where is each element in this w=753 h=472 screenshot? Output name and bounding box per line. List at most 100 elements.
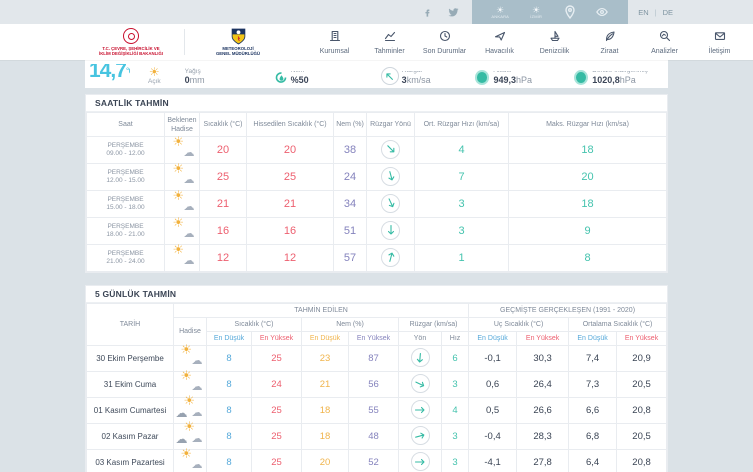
nav-label: Tahminler (364, 48, 415, 55)
sub-hiz: Hız (442, 332, 469, 346)
pressure-gauge-icon (475, 70, 490, 85)
mail-icon (714, 30, 726, 42)
col-nem: Nem (%) (334, 113, 367, 137)
col-saat: Saat (87, 113, 165, 137)
col-ruzgar-yonu: Rüzgar Yönü (367, 113, 415, 137)
weather-icon (178, 426, 203, 442)
city-weather-icon: ☀ (487, 6, 513, 14)
precip-label: Yağış (185, 68, 201, 75)
pressure1-unit: hPa (516, 75, 532, 85)
hourly-row: PERŞEMBE12.00 - 15.00 25 25 24 7 20 (87, 164, 667, 191)
hourly-row: PERŞEMBE09.00 - 12.00 20 20 38 4 18 (87, 137, 667, 164)
sub-hum-low: En Düşük (302, 332, 349, 346)
language-switch: EN | DE (638, 8, 673, 17)
nav-item-havacilik[interactable]: Havacılık (474, 27, 525, 57)
ministry-logo[interactable]: T.C. ÇEVRE, ŞEHİRCİLİK VE İKLİM DEĞİŞİKL… (88, 28, 174, 56)
main-header: T.C. ÇEVRE, ŞEHİRCİLİK VE İKLİM DEĞİŞİKL… (0, 24, 753, 60)
wind-stat: Rüzgar 3km/sa (381, 67, 431, 85)
chart-line-icon (384, 30, 396, 42)
wind-direction-icon (381, 194, 400, 213)
nav-label: Analizler (639, 48, 690, 55)
sub-hum-high: En Yüksek (349, 332, 399, 346)
wind-direction-icon (411, 426, 430, 445)
wind-direction-icon (381, 248, 400, 267)
col-nem: Nem (%) (302, 318, 399, 332)
pressure-gauge-icon (574, 70, 588, 85)
wind-direction-icon (381, 140, 400, 159)
ministry-emblem-icon (123, 28, 139, 44)
nav-item-tahminler[interactable]: Tahminler (364, 27, 415, 57)
sub-ext-low: En Düşük (469, 332, 517, 346)
mgm-logo[interactable]: METEOROLOJİ GENEL MÜDÜRLÜĞÜ (195, 28, 281, 56)
sub-temp-low: En Düşük (207, 332, 252, 346)
col-maks-ruzgar: Maks. Rüzgar Hızı (km/sa) (509, 113, 667, 137)
nav-item-iletisim[interactable]: İletişim (694, 27, 745, 57)
location-pin-icon[interactable] (561, 4, 579, 20)
humidity-stat: Nem %50 (275, 70, 309, 85)
daily-row: 01 Kasım Cumartesi 8 25 18 55 4 0,5 26,6… (87, 398, 667, 424)
wind-direction-icon (381, 67, 399, 85)
wind-unit: km/sa (407, 75, 431, 85)
nav-label: Havacılık (474, 48, 525, 55)
facebook-icon[interactable] (420, 5, 434, 19)
nav-label: Denizcilik (529, 48, 580, 55)
actual-pressure-stat: Aktüel Basınç 949,3hPa (475, 70, 533, 85)
pressure2-value: 1020,8 (592, 75, 620, 85)
nav-label: Ziraat (584, 48, 635, 55)
col-tarih: TARİH (87, 304, 174, 346)
nav-item-kurumsal[interactable]: Kurumsal (309, 27, 360, 57)
weather-icon (178, 452, 203, 468)
group-forecast: TAHMİN EDİLEN (174, 304, 469, 318)
wind-direction-icon (381, 221, 400, 240)
nav-item-analizler[interactable]: Analizler (639, 27, 690, 57)
lang-de[interactable]: DE (663, 8, 673, 17)
temp-unit: °C (126, 66, 130, 76)
col-hadise: Hadise (174, 318, 207, 346)
building-icon (329, 30, 341, 42)
col-hissedilen: Hissedilen Sıcaklık (°C) (247, 113, 334, 137)
logos: T.C. ÇEVRE, ŞEHİRCİLİK VE İKLİM DEĞİŞİKL… (88, 28, 281, 56)
city-shortcut-label: İZMİR (523, 14, 549, 19)
hourly-row: PERŞEMBE15.00 - 18.00 21 21 34 3 18 (87, 191, 667, 218)
city-weather-icon: ☀ (523, 6, 549, 14)
mgm-name-line2: GENEL MÜDÜRLÜĞÜ (216, 51, 260, 56)
sub-yon: Yön (399, 332, 442, 346)
col-ort-ruzgar: Ort. Rüzgar Hızı (km/sa) (415, 113, 509, 137)
daily-row: 02 Kasım Pazar 8 25 18 48 3 -0,4 28,3 6,… (87, 424, 667, 450)
sub-temp-high: En Yüksek (252, 332, 302, 346)
pressure1-value: 949,3 (493, 75, 516, 85)
hourly-section-title: SAATLİK TAHMİN (86, 95, 667, 112)
nav-item-denizcilik[interactable]: Denizcilik (529, 27, 580, 57)
nav-label: Son Durumlar (419, 48, 470, 55)
humidity-droplet-icon (275, 70, 288, 85)
nav-item-son-durumlar[interactable]: Son Durumlar (419, 27, 470, 57)
daily-header-row-categories: Hadise Sıcaklık (°C) Nem (%) Rüzgar (km/… (87, 318, 667, 332)
col-ortalama-sicaklik: Ortalama Sıcaklık (°C) (569, 318, 667, 332)
hourly-forecast-panel: SAATLİK TAHMİN Saat Beklenen Hadise Sıca… (85, 94, 668, 273)
daily-header-row-groups: TARİH TAHMİN EDİLEN GEÇMİŞTE GERÇEKLEŞEN… (87, 304, 667, 318)
city-shortcut-ankara[interactable]: ☀ ANKARA (487, 6, 513, 19)
sub-avg-low: En Düşük (569, 332, 617, 346)
weather-icon (170, 140, 195, 156)
daily-section-title: 5 GÜNLÜK TAHMİN (86, 286, 667, 303)
top-bar: ☀ ANKARA ☀ İZMİR EN | DE (0, 0, 753, 24)
sailboat-icon (549, 30, 561, 42)
lang-en[interactable]: EN (638, 8, 648, 17)
accessibility-eye-icon[interactable] (593, 4, 611, 20)
daily-forecast-panel: 5 GÜNLÜK TAHMİN TARİH TAHMİN EDİLEN GEÇM… (85, 285, 668, 472)
weather-icon (170, 248, 195, 264)
condition-label: Açık (148, 78, 161, 85)
wind-direction-icon (381, 167, 400, 186)
city-shortcut-izmir[interactable]: ☀ İZMİR (523, 6, 549, 19)
current-conditions-bar: 14,7°C ☀ Açık Yağış 0mm Nem %50 (85, 60, 668, 88)
lang-separator: | (655, 8, 657, 17)
pressure2-unit: hPa (620, 75, 636, 85)
magnifier-chart-icon (659, 30, 671, 42)
leaf-icon (604, 30, 616, 42)
nav-item-ziraat[interactable]: Ziraat (584, 27, 635, 57)
daily-forecast-table: TARİH TAHMİN EDİLEN GEÇMİŞTE GERÇEKLEŞEN… (86, 303, 667, 472)
nav-label: İletişim (694, 48, 745, 55)
twitter-icon[interactable] (446, 5, 460, 19)
col-sicaklik: Sıcaklık (°C) (207, 318, 302, 332)
logo-divider (184, 29, 185, 55)
